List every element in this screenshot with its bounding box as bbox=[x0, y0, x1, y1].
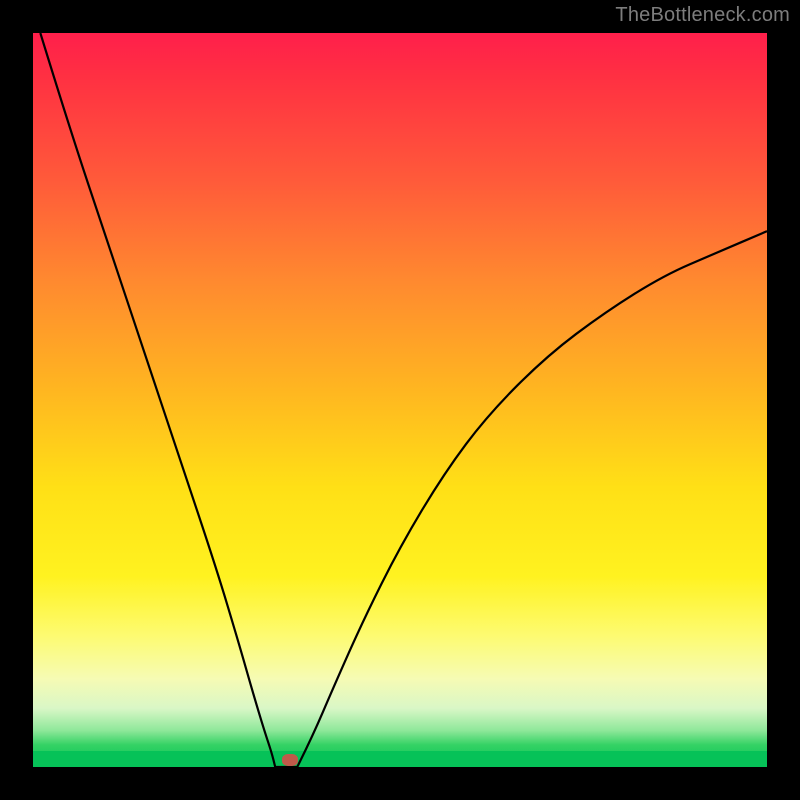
current-config-marker bbox=[282, 754, 298, 766]
plot-area bbox=[33, 33, 767, 767]
curve-right-branch bbox=[297, 231, 767, 767]
bottleneck-curve bbox=[33, 33, 767, 767]
watermark-text: TheBottleneck.com bbox=[615, 4, 790, 27]
chart-frame: TheBottleneck.com bbox=[0, 0, 800, 800]
curve-left-branch bbox=[40, 33, 275, 767]
